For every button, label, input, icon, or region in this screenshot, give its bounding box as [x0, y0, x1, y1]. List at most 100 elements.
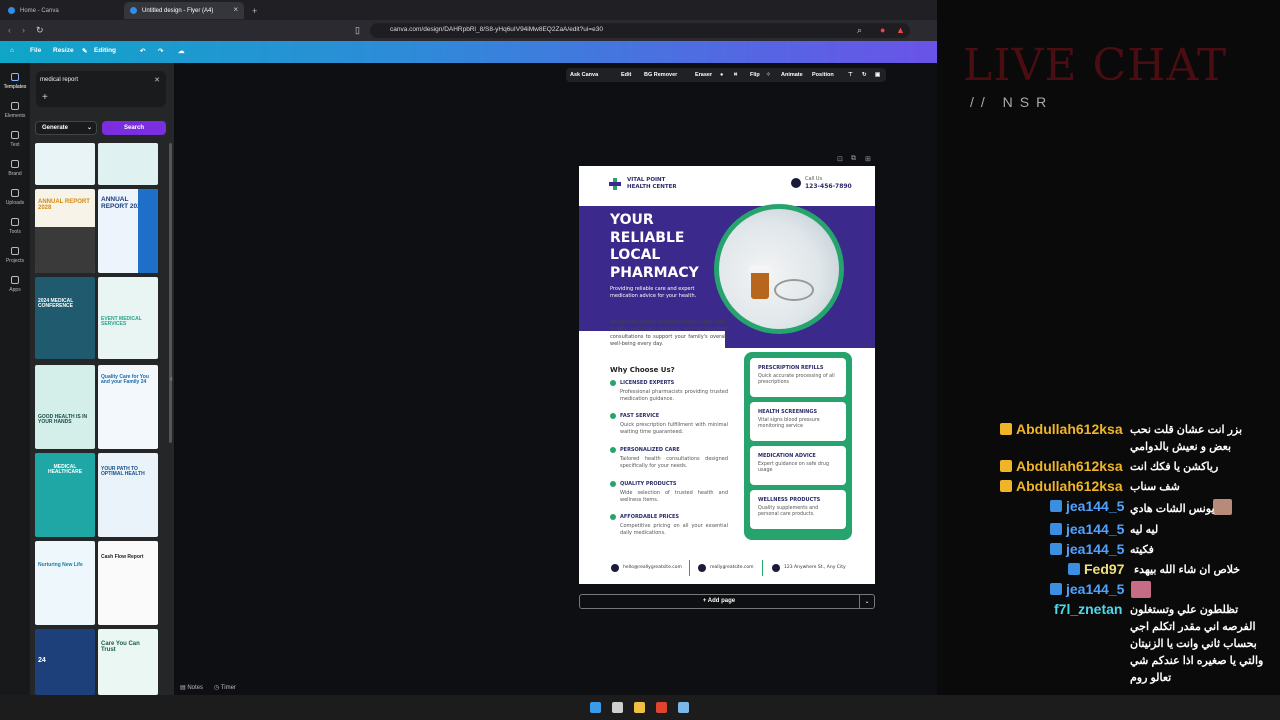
color-swatch-icon[interactable]: ●: [720, 72, 723, 78]
sub-badge-icon: [1050, 543, 1062, 555]
chat-username: Fed97: [1084, 561, 1125, 577]
headline-line: PHARMACY: [610, 264, 699, 281]
windows-start-icon[interactable]: [590, 702, 601, 713]
service-title: PRESCRIPTION REFILLS: [758, 365, 824, 371]
new-tab-button[interactable]: +: [248, 2, 262, 19]
template-thumbnail[interactable]: 2024 MEDICAL CONFERENCE: [35, 277, 95, 359]
bg-remover-button[interactable]: BG Remover: [644, 72, 677, 78]
rail-item-text[interactable]: Text: [0, 131, 30, 148]
chevron-down-icon: ⌄: [86, 125, 92, 131]
brave-browser-icon[interactable]: [656, 702, 667, 713]
pharmacy-photo[interactable]: [714, 204, 844, 334]
footer-email: hello@reallygreatsite.com: [623, 565, 682, 570]
close-tab-icon[interactable]: ×: [233, 5, 238, 14]
browser-address-bar: ‹ › ↻ ▯ canva.com/design/DAHRpbRl_8/S8-y…: [0, 20, 937, 41]
task-view-icon[interactable]: [612, 702, 623, 713]
panel-scrollbar[interactable]: [169, 143, 172, 443]
file-menu[interactable]: File: [30, 47, 41, 54]
crop-icon[interactable]: ⌗: [734, 72, 737, 79]
url-field[interactable]: canva.com/design/DAHRpbRl_8/S8-yHq6uIV94…: [370, 23, 910, 38]
editing-menu[interactable]: Editing: [94, 47, 116, 54]
tab-home-canva[interactable]: Home - Canva: [2, 2, 122, 19]
cloud-saved-icon: ☁: [178, 48, 185, 55]
file-explorer-icon[interactable]: [634, 702, 645, 713]
rail-item-elements[interactable]: Elements: [0, 102, 30, 119]
edit-button[interactable]: Edit: [621, 72, 631, 78]
template-thumbnail[interactable]: Quality Care for You and your Family 24: [98, 365, 158, 449]
duplicate-page-icon[interactable]: ⧉: [851, 155, 856, 163]
rotate-icon[interactable]: ↻: [862, 72, 867, 78]
phone-number: 123-456-7890: [805, 183, 852, 190]
brand-line: VITAL POINT: [627, 177, 666, 183]
template-thumbnail[interactable]: ANNUAL REPORT 2028: [98, 189, 158, 273]
template-thumbnail[interactable]: 24: [35, 629, 95, 695]
notepad-icon[interactable]: [678, 702, 689, 713]
check-icon: [610, 514, 616, 520]
feature-desc: Tailored health consultations designed s…: [620, 456, 728, 469]
add-page-button[interactable]: + Add page ⌄: [579, 594, 875, 609]
chat-username: jea144_5: [1066, 498, 1125, 514]
home-icon[interactable]: ⌂: [10, 47, 14, 54]
template-thumbnail[interactable]: Nurturing New Life: [35, 541, 95, 625]
delete-icon[interactable]: ▣: [875, 72, 880, 78]
template-thumbnail[interactable]: [98, 143, 158, 185]
windows-taskbar: [0, 695, 1280, 720]
search-button[interactable]: Search: [102, 121, 166, 135]
template-thumbnail[interactable]: EVENT MEDICAL SERVICES: [98, 277, 158, 359]
template-thumbnail[interactable]: Care You Can Trust: [98, 629, 158, 695]
chat-message: بعض و نعيش بالدوامي: [1130, 441, 1232, 453]
chevron-down-icon[interactable]: ⌄: [859, 595, 874, 608]
service-title: WELLNESS PRODUCTS: [758, 497, 821, 503]
rail-item-uploads[interactable]: Uploads: [0, 189, 30, 206]
clear-search-icon[interactable]: ✕: [154, 76, 160, 84]
forward-icon[interactable]: ›: [22, 25, 25, 35]
extension-icon[interactable]: ●: [880, 25, 885, 35]
service-card: MEDICATION ADVICE Expert guidance on safe…: [750, 446, 846, 485]
tab-label: Home - Canva: [20, 7, 59, 14]
tab-label: Untitled design - Flyer (A4): [142, 7, 214, 14]
ask-canva-button[interactable]: Ask Canva: [570, 72, 598, 78]
template-thumbnail[interactable]: ANNUAL REPORT 2028: [35, 189, 95, 273]
add-page-icon[interactable]: ⊞: [865, 155, 871, 163]
collapse-panel-icon[interactable]: ‹: [170, 374, 173, 383]
paint-format-icon[interactable]: ⊤: [848, 72, 853, 78]
rail-item-tools[interactable]: Tools: [0, 218, 30, 235]
eraser-button[interactable]: Eraser: [695, 72, 712, 78]
template-thumbnail[interactable]: GOOD HEALTH IS IN YOUR HANDS: [35, 365, 95, 449]
redo-icon[interactable]: ↷: [158, 47, 163, 55]
flip-button[interactable]: Flip: [750, 72, 760, 78]
chat-message: فكيته: [1130, 544, 1154, 556]
lock-page-icon[interactable]: ⊡: [837, 155, 843, 163]
rail-item-templates[interactable]: Templates: [0, 73, 30, 90]
template-search-input[interactable]: medical report ✕ +: [36, 71, 166, 107]
check-icon: [610, 413, 616, 419]
template-thumbnail[interactable]: Cash Flow Report: [98, 541, 158, 625]
chat-message: بزر انت عشان قلت نحب: [1130, 424, 1243, 436]
timer-button[interactable]: ◷ Timer: [214, 684, 236, 691]
add-icon[interactable]: +: [42, 92, 48, 103]
undo-icon[interactable]: ↶: [140, 47, 145, 55]
alert-icon[interactable]: ▲: [896, 25, 905, 35]
back-icon[interactable]: ‹: [8, 25, 11, 35]
template-thumbnail[interactable]: MEDICAL HEALTHCARE: [35, 453, 95, 537]
reload-icon[interactable]: ↻: [36, 25, 44, 36]
thumbnail-title: ANNUAL REPORT 2028: [38, 199, 90, 212]
tab-untitled-design[interactable]: Untitled design - Flyer (A4) ×: [124, 2, 244, 19]
position-button[interactable]: Position: [812, 72, 834, 78]
chat-message: يونس الشات هادي: [1130, 503, 1215, 515]
template-thumbnail[interactable]: YOUR PATH TO OPTIMAL HEALTH: [98, 453, 158, 537]
flyer-footer: hello@reallygreatsite.com reallygreatsit…: [579, 558, 875, 578]
bookmark-icon[interactable]: ▯: [355, 25, 360, 36]
template-thumbnail[interactable]: [35, 143, 95, 185]
rail-item-apps[interactable]: Apps: [0, 276, 30, 293]
search-page-icon[interactable]: ⌕: [857, 25, 862, 36]
generate-dropdown[interactable]: Generate ⌄: [35, 121, 97, 135]
notes-button[interactable]: ▤ Notes: [180, 684, 203, 691]
rail-item-brand[interactable]: Brand: [0, 160, 30, 177]
animate-button[interactable]: Animate: [781, 72, 803, 78]
footer-address: 123 Anywhere St., Any City: [784, 565, 846, 570]
resize-menu[interactable]: Resize: [53, 47, 74, 54]
flyer-page[interactable]: VITAL POINT HEALTH CENTER Call Us 123-45…: [579, 166, 875, 584]
transparency-icon[interactable]: ⁘: [766, 72, 771, 78]
rail-item-projects[interactable]: Projects: [0, 247, 30, 264]
